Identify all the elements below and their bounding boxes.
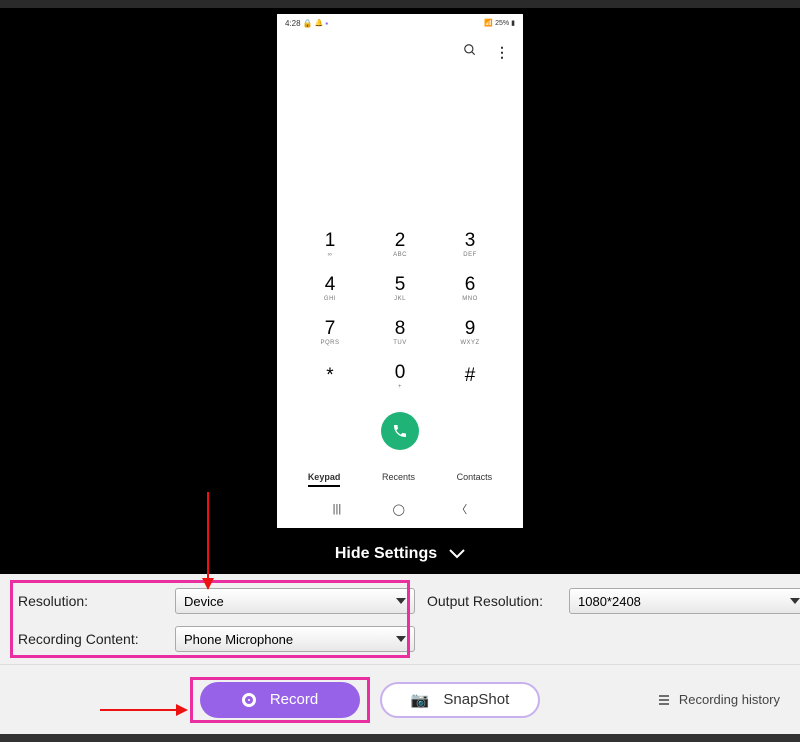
output-resolution-label: Output Resolution: (427, 593, 557, 609)
keypad-key-2[interactable]: 2 ABC (365, 222, 435, 266)
wifi-icon: 📶 (484, 19, 493, 27)
recording-content-value: Phone Microphone (184, 632, 293, 647)
status-dot: ▪ (325, 19, 328, 28)
search-icon[interactable] (463, 43, 477, 62)
call-button[interactable] (381, 412, 419, 450)
keypad-key-8[interactable]: 8 TUV (365, 310, 435, 354)
bottom-toolbar: Record 📷 SnapShot Recording history (0, 664, 800, 734)
key-letters: + (398, 384, 402, 390)
hide-settings-label: Hide Settings (335, 545, 437, 563)
phone-header: ⋮ (277, 32, 523, 72)
tab-keypad[interactable]: Keypad (308, 472, 341, 487)
output-resolution-value: 1080*2408 (578, 594, 641, 609)
snapshot-button[interactable]: 📷 SnapShot (380, 682, 540, 718)
key-digit: 7 (325, 319, 336, 338)
chevron-down-icon (396, 636, 406, 642)
chevron-down-icon (790, 598, 800, 604)
resolution-dropdown[interactable]: Device (175, 588, 415, 614)
key-letters: TUV (393, 340, 407, 346)
key-letters: ABC (393, 252, 407, 258)
snapshot-label: SnapShot (443, 691, 509, 708)
chevron-down-icon (449, 549, 465, 559)
key-digit: * (326, 366, 333, 385)
keypad-key-6[interactable]: 6 MNO (435, 266, 505, 310)
hide-settings-toggle[interactable]: Hide Settings (0, 534, 800, 574)
keypad-key-5[interactable]: 5 JKL (365, 266, 435, 310)
list-icon (657, 693, 671, 707)
key-digit: 0 (395, 363, 406, 382)
key-digit: 9 (465, 319, 476, 338)
more-icon[interactable]: ⋮ (495, 44, 509, 61)
android-nav: ||| ◯ 〈 (277, 497, 523, 521)
key-digit: # (465, 366, 476, 385)
dialer-keypad: 1∞2ABC3DEF4GHI5JKL6MNO7PQRS8TUV9WXYZ*0+# (277, 222, 523, 398)
record-label: Record (270, 691, 318, 708)
record-button[interactable]: Record (200, 682, 360, 718)
keypad-key-3[interactable]: 3 DEF (435, 222, 505, 266)
key-letters: GHI (324, 296, 336, 302)
keypad-key-4[interactable]: 4 GHI (295, 266, 365, 310)
nav-back-icon[interactable]: 〈 (456, 501, 467, 517)
keypad-key-0[interactable]: 0+ (365, 354, 435, 398)
status-battery: 25% (495, 20, 509, 27)
recording-content-dropdown[interactable]: Phone Microphone (175, 626, 415, 652)
lock-icon: 🔒 (303, 19, 313, 28)
key-digit: 2 (395, 231, 406, 250)
key-letters: WXYZ (460, 340, 479, 346)
recording-history-link[interactable]: Recording history (657, 692, 780, 707)
key-letters: DEF (463, 252, 477, 258)
battery-icon: ▮ (511, 19, 515, 27)
tab-recents[interactable]: Recents (382, 472, 415, 487)
keypad-key-1[interactable]: 1∞ (295, 222, 365, 266)
key-digit: 6 (465, 275, 476, 294)
chevron-down-icon (396, 598, 406, 604)
nav-recent-icon[interactable]: ||| (333, 503, 342, 515)
nav-home-icon[interactable]: ◯ (393, 503, 405, 516)
camera-icon: 📷 (411, 691, 430, 709)
recording-content-label: Recording Content: (18, 631, 163, 647)
bell-icon: 🔔 (315, 19, 324, 27)
key-digit: 8 (395, 319, 406, 338)
keypad-key-*[interactable]: * (295, 354, 365, 398)
output-resolution-dropdown[interactable]: 1080*2408 (569, 588, 800, 614)
status-bar: 4:28 🔒 🔔 ▪ 📶 25% ▮ (277, 14, 523, 32)
key-letters: ∞ (328, 252, 333, 258)
tab-contacts[interactable]: Contacts (457, 472, 493, 487)
resolution-value: Device (184, 594, 224, 609)
key-digit: 3 (465, 231, 476, 250)
phone-screen: 4:28 🔒 🔔 ▪ 📶 25% ▮ ⋮ 1∞2ABC3DEF4GHI5JKL6… (277, 14, 523, 528)
key-digit: 1 (325, 231, 336, 250)
mirror-viewport: 4:28 🔒 🔔 ▪ 📶 25% ▮ ⋮ 1∞2ABC3DEF4GHI5JKL6… (0, 8, 800, 534)
key-digit: 4 (325, 275, 336, 294)
key-letters: PQRS (320, 340, 339, 346)
settings-panel: Resolution: Device Output Resolution: 10… (0, 574, 800, 664)
keypad-key-#[interactable]: # (435, 354, 505, 398)
key-letters: JKL (394, 296, 406, 302)
record-icon (242, 693, 256, 707)
key-digit: 5 (395, 275, 406, 294)
key-letters: MNO (462, 296, 478, 302)
keypad-key-9[interactable]: 9 WXYZ (435, 310, 505, 354)
status-time: 4:28 (285, 19, 301, 28)
history-label: Recording history (679, 692, 780, 707)
titlebar (0, 0, 800, 8)
resolution-label: Resolution: (18, 593, 163, 609)
phone-tabs: Keypad Recents Contacts (277, 472, 523, 487)
keypad-key-7[interactable]: 7 PQRS (295, 310, 365, 354)
